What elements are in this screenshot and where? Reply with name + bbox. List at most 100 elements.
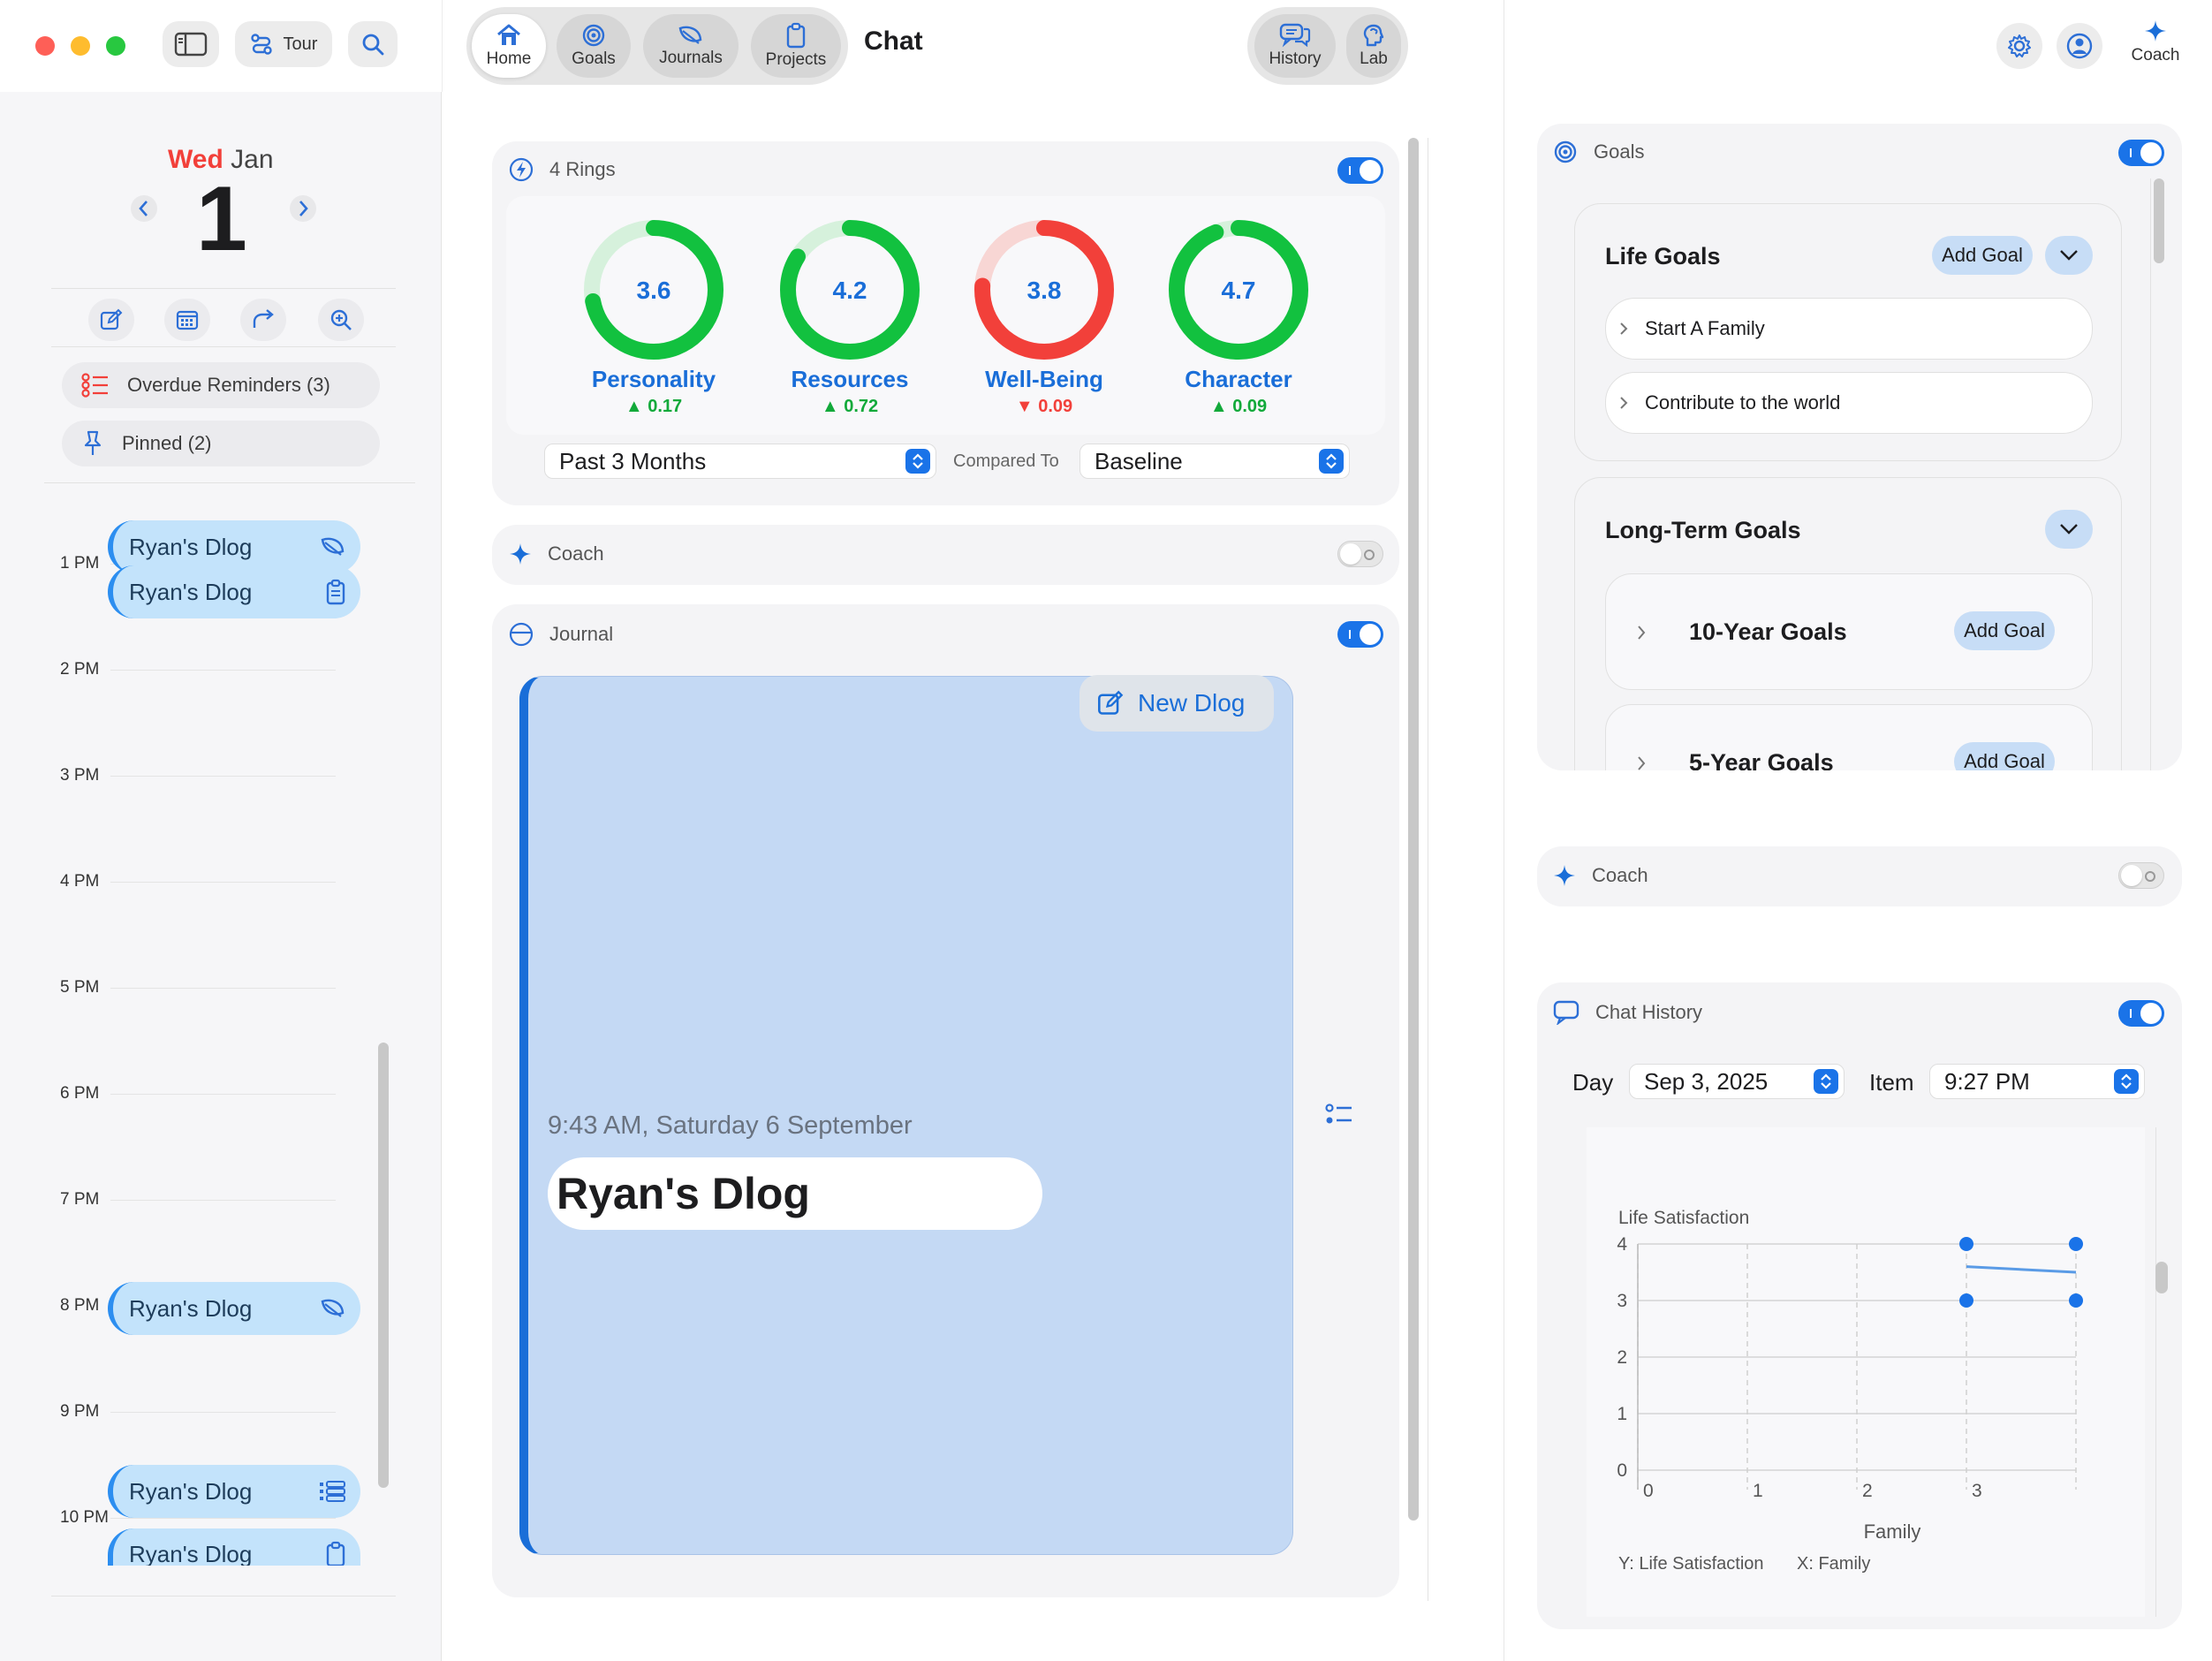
forward-button[interactable] [240, 299, 286, 341]
sidebar-scrollbar[interactable] [378, 1043, 389, 1488]
right-coach-toggle[interactable] [2118, 862, 2164, 889]
new-dlog-button[interactable]: New Dlog [1079, 675, 1274, 732]
ring-character-delta: ▲ 0.09 [1150, 397, 1327, 417]
tour-button[interactable]: Tour [235, 21, 332, 67]
goal-group[interactable]: 5-Year Goals Add Goal [1605, 704, 2093, 770]
goal-item-label: Start A Family [1645, 317, 1765, 339]
history-label: History [1269, 49, 1322, 68]
ring-well-being-label: Well-Being [985, 366, 1103, 392]
nav-projects-label: Projects [765, 50, 827, 69]
history-button[interactable]: History [1254, 14, 1336, 78]
overdue-reminders-label: Overdue Reminders (3) [127, 374, 330, 396]
long-term-collapse-button[interactable] [2045, 510, 2093, 549]
coach-toggle[interactable] [1337, 541, 1383, 567]
goals-toggle[interactable] [2118, 140, 2164, 166]
settings-button[interactable] [1996, 23, 2042, 69]
hour-label: 3 PM [60, 766, 100, 785]
goal-group-add-button[interactable]: Add Goal [1954, 611, 2055, 650]
series-line [1966, 1265, 2077, 1274]
period-select[interactable]: Past 3 Months [544, 444, 936, 479]
chart-area: Life Satisfaction 0 1 2 3 4 0 1 2 3 Family Y: Life … [1587, 1127, 2145, 1617]
delta-value: 0.17 [648, 397, 683, 416]
house-icon [497, 24, 520, 45]
goals-scrollbar[interactable] [2154, 178, 2164, 263]
coach-button[interactable]: Coach [2120, 19, 2191, 72]
rings-toggle[interactable] [1337, 157, 1383, 184]
zoom-in-button[interactable] [318, 299, 364, 341]
zoom-window-button[interactable] [106, 36, 125, 56]
goal-item[interactable]: Contribute to the world [1605, 372, 2093, 434]
goal-group-add-button[interactable]: Add Goal [1954, 742, 2055, 770]
event-title: Ryan's Dlog [129, 533, 253, 560]
search-icon [362, 34, 384, 56]
calendar-event[interactable]: Ryan's Dlog [108, 1282, 360, 1335]
calendar-button[interactable] [164, 299, 210, 341]
ring-personality-label: Personality [591, 366, 716, 392]
account-button[interactable] [2057, 23, 2102, 69]
compared-select[interactable]: Baseline [1079, 444, 1350, 479]
leaf-icon [321, 537, 345, 556]
hour-line [110, 1518, 336, 1519]
nav-goals[interactable]: Goals [557, 14, 631, 78]
zoom-in-icon [330, 309, 352, 330]
data-point [2069, 1293, 2083, 1308]
life-goals-add-button[interactable]: Add Goal [1932, 236, 2033, 275]
search-button[interactable] [348, 21, 398, 67]
day-select[interactable]: Sep 3, 2025 [1629, 1064, 1845, 1099]
overdue-reminders-button[interactable]: Overdue Reminders (3) [62, 362, 380, 408]
hour-line [110, 1412, 336, 1413]
pinned-button[interactable]: Pinned (2) [62, 421, 380, 466]
nav-projects[interactable]: Projects [751, 14, 841, 78]
nav-journals[interactable]: Journals [643, 14, 739, 78]
right-coach-title: Coach [1553, 864, 1648, 887]
journal-toggle[interactable] [1337, 621, 1383, 648]
history-lab-group: History Lab [1247, 7, 1408, 85]
next-day-button[interactable] [290, 193, 316, 224]
chat-history-toggle[interactable] [2118, 1000, 2164, 1027]
life-goals-title: Life Goals [1605, 243, 1721, 269]
sidebar-toggle-button[interactable] [163, 21, 219, 67]
data-point [1959, 1293, 1973, 1308]
y-tick-label: 1 [1617, 1404, 1627, 1424]
hour-label: 10 PM [60, 1508, 109, 1527]
middle-scrollbar[interactable] [1408, 138, 1419, 1521]
lab-button[interactable]: Lab [1346, 14, 1401, 78]
life-goals-collapse-button[interactable] [2045, 236, 2093, 275]
redo-arrow-icon [253, 309, 274, 328]
right-coach-label: Coach [1592, 864, 1648, 886]
divider [51, 1596, 396, 1597]
goals-card-title: Goals [1553, 140, 1644, 164]
main-nav: Home Goals Journals Projects [466, 7, 848, 85]
goal-item[interactable]: Start A Family [1605, 298, 2093, 360]
calendar-event[interactable]: Ryan's Dlog [108, 1528, 360, 1566]
clipboard-icon [786, 22, 806, 49]
calendar-event[interactable]: Ryan's Dlog [108, 565, 360, 618]
item-select[interactable]: 9:27 PM [1929, 1064, 2145, 1099]
lab-label: Lab [1360, 49, 1388, 68]
chat-bubble-icon [1553, 1000, 1579, 1025]
event-title: Ryan's Dlog [129, 1541, 253, 1566]
rings-title: 4 Rings [549, 158, 616, 180]
close-window-button[interactable] [35, 36, 55, 56]
chevron-right-icon [1638, 626, 1646, 640]
nav-home[interactable]: Home [472, 14, 546, 78]
y-tick-label: 2 [1617, 1347, 1627, 1368]
entry-title-field[interactable]: Ryan's Dlog [548, 1157, 1042, 1230]
coach-card [492, 525, 1399, 585]
hour-label: 5 PM [60, 978, 100, 997]
chat-history-scrollbar[interactable] [2155, 1262, 2168, 1293]
minimize-window-button[interactable] [71, 36, 90, 56]
ring-well-being: 3.8 [956, 212, 1133, 368]
life-goals-section: Life Goals Add Goal Start A Family Contr… [1574, 203, 2122, 461]
previous-day-button[interactable] [131, 193, 157, 224]
compose-button[interactable] [88, 299, 134, 341]
calendar-event[interactable]: Ryan's Dlog [108, 1465, 360, 1518]
checklist-button[interactable] [1325, 1103, 1353, 1129]
day-value: Sep 3, 2025 [1644, 1067, 1769, 1095]
nav-goals-label: Goals [572, 49, 616, 68]
x-tick-label: 3 [1972, 1481, 1982, 1501]
goals-card: Goals Life Goals Add Goal Start A Family… [1537, 124, 2182, 770]
hour-label: 4 PM [60, 872, 100, 891]
sparkle-icon [2145, 20, 2166, 42]
goal-group[interactable]: 10-Year Goals Add Goal [1605, 573, 2093, 690]
